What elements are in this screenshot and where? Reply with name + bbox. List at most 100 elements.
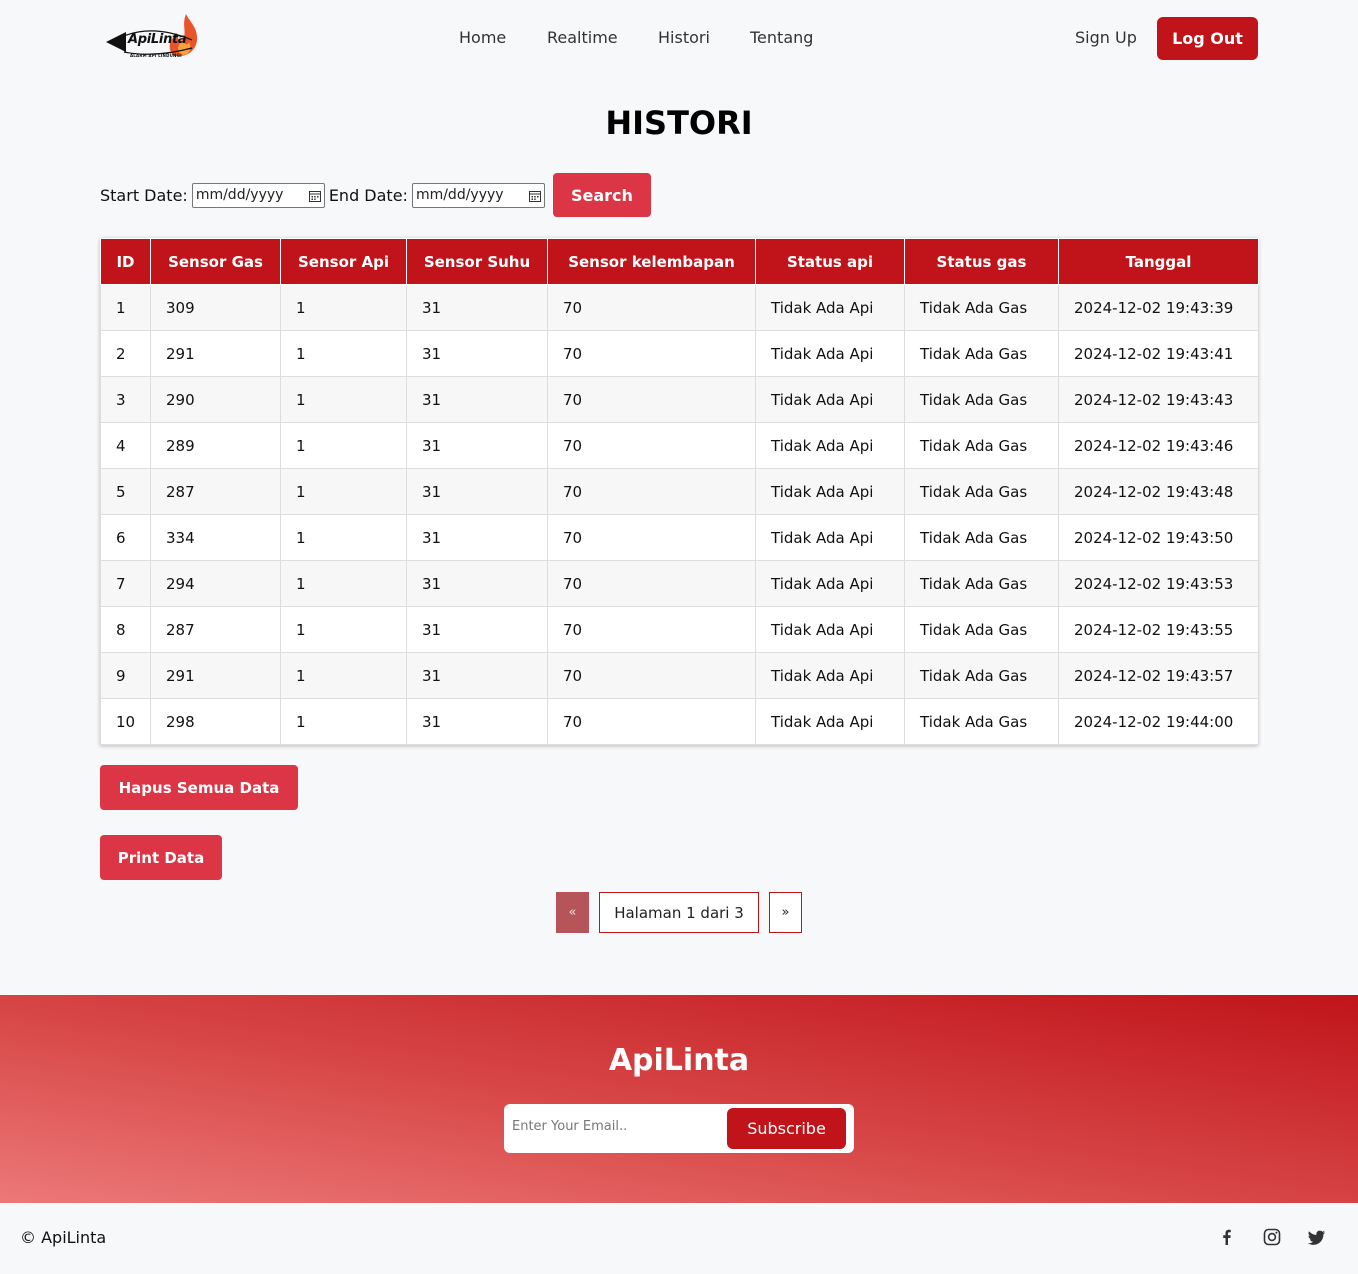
table-row: 2 291 1 31 70 Tidak Ada Api Tidak Ada Gas 2024-… (100, 330, 1259, 377)
header-sensor-kelembapan: Sensor kelembapan (547, 238, 756, 285)
cell-sensor-gas: 334 (150, 514, 281, 561)
cell-sensor-suhu: 31 (406, 606, 548, 653)
calendar-icon[interactable] (528, 190, 541, 202)
header-sensor-suhu: Sensor Suhu (406, 238, 548, 285)
end-date-placeholder: mm/dd/yyyy (415, 187, 504, 203)
cell-status-api: Tidak Ada Api (755, 698, 905, 745)
header-status-api: Status api (755, 238, 905, 285)
nav-home[interactable]: Home (459, 28, 506, 47)
instagram-icon[interactable] (1262, 1227, 1282, 1247)
cell-sensor-api: 1 (280, 514, 407, 561)
cell-status-gas: Tidak Ada Gas (904, 652, 1059, 699)
table-row: 1 309 1 31 70 Tidak Ada Api Tidak Ada Gas 2024-… (100, 284, 1259, 331)
navbar: ApiLinta ALARM API LINDUNGI Home Realtim… (0, 0, 1358, 78)
cell-status-api: Tidak Ada Api (755, 422, 905, 469)
cell-status-gas: Tidak Ada Gas (904, 560, 1059, 607)
cell-sensor-kelembapan: 70 (547, 468, 756, 515)
nav-realtime[interactable]: Realtime (547, 28, 618, 47)
cell-status-gas: Tidak Ada Gas (904, 514, 1059, 561)
cell-sensor-gas: 298 (150, 698, 281, 745)
table-header-row: ID Sensor Gas Sensor Api Sensor Suhu Sen… (100, 238, 1259, 285)
header-sensor-gas: Sensor Gas (150, 238, 281, 285)
header-status-gas: Status gas (904, 238, 1059, 285)
cell-sensor-api: 1 (280, 330, 407, 377)
cell-sensor-suhu: 31 (406, 330, 548, 377)
cell-id: 10 (100, 698, 151, 745)
cell-tanggal: 2024-12-02 19:43:46 (1058, 422, 1259, 469)
cell-id: 3 (100, 376, 151, 423)
subscribe-form: Enter Your Email.. Subscribe (504, 1104, 854, 1153)
start-date-input[interactable]: mm/dd/yyyy (191, 182, 325, 208)
twitter-icon[interactable] (1307, 1227, 1327, 1247)
cell-id: 2 (100, 330, 151, 377)
table-row: 9 291 1 31 70 Tidak Ada Api Tidak Ada Gas 2024-… (100, 652, 1259, 699)
cell-status-gas: Tidak Ada Gas (904, 468, 1059, 515)
pagination-next-button[interactable]: » (769, 892, 802, 933)
cell-sensor-gas: 290 (150, 376, 281, 423)
subscribe-button[interactable]: Subscribe (727, 1108, 846, 1149)
cell-sensor-gas: 289 (150, 422, 281, 469)
cell-id: 4 (100, 422, 151, 469)
footer-banner: ApiLinta Enter Your Email.. Subscribe (0, 995, 1358, 1203)
cell-sensor-suhu: 31 (406, 698, 548, 745)
cell-sensor-api: 1 (280, 606, 407, 653)
search-button[interactable]: Search (552, 173, 651, 217)
cell-sensor-kelembapan: 70 (547, 514, 756, 561)
cell-tanggal: 2024-12-02 19:43:57 (1058, 652, 1259, 699)
cell-id: 9 (100, 652, 151, 699)
cell-sensor-gas: 309 (150, 284, 281, 331)
cell-sensor-kelembapan: 70 (547, 330, 756, 377)
cell-sensor-kelembapan: 70 (547, 652, 756, 699)
cell-sensor-api: 1 (280, 468, 407, 515)
signup-link[interactable]: Sign Up (1075, 28, 1137, 47)
nav-histori[interactable]: Histori (658, 28, 710, 47)
print-button[interactable]: Print Data (100, 835, 222, 880)
cell-tanggal: 2024-12-02 19:43:43 (1058, 376, 1259, 423)
cell-sensor-kelembapan: 70 (547, 560, 756, 607)
cell-status-api: Tidak Ada Api (755, 652, 905, 699)
end-date-label: End Date: (328, 185, 408, 205)
cell-tanggal: 2024-12-02 19:43:48 (1058, 468, 1259, 515)
cell-sensor-api: 1 (280, 698, 407, 745)
cell-sensor-api: 1 (280, 376, 407, 423)
cell-status-api: Tidak Ada Api (755, 376, 905, 423)
cell-status-api: Tidak Ada Api (755, 330, 905, 377)
cell-id: 5 (100, 468, 151, 515)
cell-status-api: Tidak Ada Api (755, 606, 905, 653)
calendar-icon[interactable] (308, 190, 321, 202)
pagination-prev-button[interactable]: « (556, 892, 589, 933)
cell-status-api: Tidak Ada Api (755, 514, 905, 561)
cell-sensor-suhu: 31 (406, 560, 548, 607)
logo-tagline: ALARM API LINDUNGI (130, 53, 182, 58)
cell-sensor-api: 1 (280, 284, 407, 331)
cell-sensor-suhu: 31 (406, 422, 548, 469)
delete-all-button[interactable]: Hapus Semua Data (100, 765, 298, 810)
facebook-icon[interactable] (1217, 1227, 1237, 1247)
cell-sensor-api: 1 (280, 652, 407, 699)
cell-status-gas: Tidak Ada Gas (904, 422, 1059, 469)
cell-sensor-suhu: 31 (406, 652, 548, 699)
nav-tentang[interactable]: Tentang (750, 28, 813, 47)
cell-tanggal: 2024-12-02 19:43:41 (1058, 330, 1259, 377)
cell-status-gas: Tidak Ada Gas (904, 284, 1059, 331)
end-date-input[interactable]: mm/dd/yyyy (411, 182, 545, 208)
email-input[interactable]: Enter Your Email.. (512, 1119, 627, 1134)
cell-id: 6 (100, 514, 151, 561)
header-sensor-api: Sensor Api (280, 238, 407, 285)
cell-status-gas: Tidak Ada Gas (904, 376, 1059, 423)
table-row: 7 294 1 31 70 Tidak Ada Api Tidak Ada Gas 2024-… (100, 560, 1259, 607)
table-row: 4 289 1 31 70 Tidak Ada Api Tidak Ada Gas 2024-… (100, 422, 1259, 469)
logout-button[interactable]: Log Out (1157, 17, 1258, 60)
cell-status-gas: Tidak Ada Gas (904, 606, 1059, 653)
history-table: ID Sensor Gas Sensor Api Sensor Suhu Sen… (100, 238, 1259, 745)
cell-tanggal: 2024-12-02 19:43:39 (1058, 284, 1259, 331)
date-filter: Start Date: mm/dd/yyyy End Date: mm/dd/y… (100, 173, 651, 217)
cell-sensor-suhu: 31 (406, 468, 548, 515)
page-title: HISTORI (605, 104, 753, 142)
cell-status-api: Tidak Ada Api (755, 560, 905, 607)
cell-sensor-api: 1 (280, 422, 407, 469)
cell-status-api: Tidak Ada Api (755, 468, 905, 515)
cell-tanggal: 2024-12-02 19:43:53 (1058, 560, 1259, 607)
footer-brand: ApiLinta (608, 1043, 750, 1078)
cell-sensor-kelembapan: 70 (547, 606, 756, 653)
